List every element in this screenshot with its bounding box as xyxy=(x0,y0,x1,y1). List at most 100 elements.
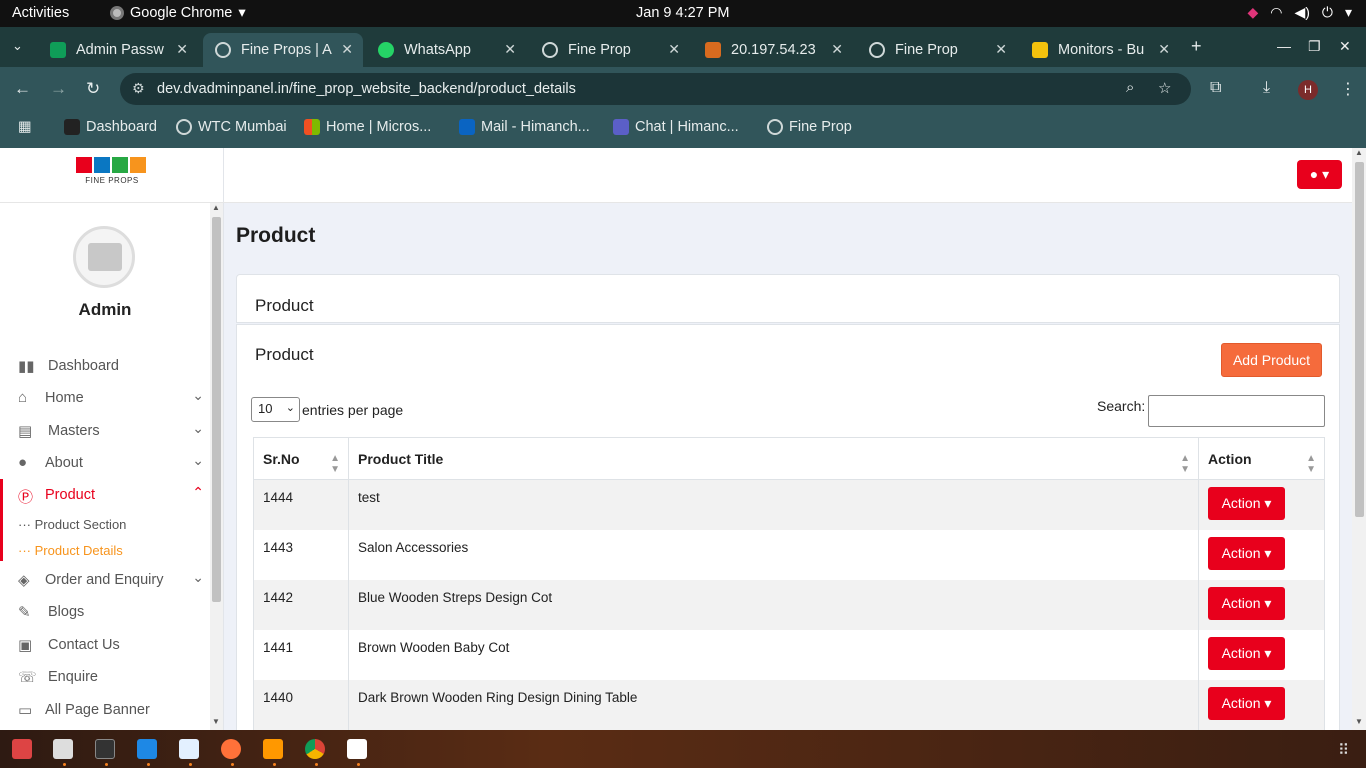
sidebar-item-label: Blogs xyxy=(48,604,85,620)
admin-name: Admin xyxy=(78,300,132,319)
bookmark-chat[interactable]: Chat | Himanc... xyxy=(613,119,739,135)
phone-icon: ☏ xyxy=(18,669,37,686)
sidebar-scrollbar[interactable]: ▲ ▼ xyxy=(210,203,223,730)
page-scroll-thumb[interactable] xyxy=(1355,162,1364,517)
action-dropdown-button[interactable]: Action ▾ xyxy=(1208,537,1285,570)
close-icon[interactable]: ✕ xyxy=(831,41,843,58)
sort-icon: ▲ ▼ xyxy=(1306,453,1316,475)
firefox-icon[interactable] xyxy=(221,739,241,759)
zoom-icon[interactable]: ⌕ xyxy=(1126,79,1134,96)
screenshot-app-icon[interactable] xyxy=(12,739,32,759)
apps-grid-icon[interactable]: ▦ xyxy=(18,119,32,135)
minimize-icon[interactable]: — xyxy=(1277,38,1291,54)
back-icon[interactable]: ← xyxy=(14,79,31,99)
action-dropdown-button[interactable]: Action ▾ xyxy=(1208,687,1285,720)
column-label: Action xyxy=(1208,450,1252,467)
close-icon[interactable]: ✕ xyxy=(341,41,353,58)
cell-srno: 1440 xyxy=(253,680,349,730)
tab-search-icon[interactable]: ⌄ xyxy=(12,38,23,54)
sidebar-item-enquire[interactable]: ☏ Enquire xyxy=(0,662,210,692)
tab-admin-password[interactable]: Admin Passw ✕ xyxy=(38,33,198,67)
column-header-action[interactable]: Action ▲ ▼ xyxy=(1198,437,1325,480)
tab-fine-prop-1[interactable]: Fine Prop ✕ xyxy=(530,33,690,67)
sidebar-scroll-thumb[interactable] xyxy=(212,217,221,602)
reload-icon[interactable]: ↻ xyxy=(86,79,100,99)
extensions-icon[interactable]: ⧉ xyxy=(1210,79,1221,97)
close-icon[interactable]: ✕ xyxy=(1158,41,1170,58)
vscode-icon[interactable] xyxy=(137,739,157,759)
close-window-icon[interactable]: ✕ xyxy=(1339,38,1351,55)
sidebar-item-all-page-banner[interactable]: ▭ All Page Banner xyxy=(0,695,210,725)
column-header-srno[interactable]: Sr.No ▲ ▼ xyxy=(253,437,349,480)
search-input[interactable] xyxy=(1148,395,1325,427)
bookmark-dashboard[interactable]: Dashboard xyxy=(64,119,157,135)
sidebar-item-order-enquiry[interactable]: ◈ Order and Enquiry ⌄ xyxy=(0,565,210,595)
sidebar-item-blogs[interactable]: ✎ Blogs xyxy=(0,597,210,627)
download-icon[interactable]: ⤓ xyxy=(1263,79,1270,97)
app-indicator-icon[interactable]: ◆ xyxy=(1247,4,1258,21)
sidebar-subitem-product-details[interactable]: ··· Product Details xyxy=(18,543,123,558)
sidebar-item-contact-us[interactable]: ▣ Contact Us xyxy=(0,630,210,660)
tab-fine-props-admin[interactable]: Fine Props | A ✕ xyxy=(203,33,363,67)
menu-kebab-icon[interactable]: ⋮ xyxy=(1340,79,1356,99)
bookmark-microsoft[interactable]: Home | Micros... xyxy=(304,119,431,135)
entries-select[interactable]: 10 ⌄ xyxy=(251,397,300,422)
bookmark-wtc-mumbai[interactable]: WTC Mumbai xyxy=(176,119,287,135)
subitem-label: Product Section xyxy=(34,517,127,532)
bookmark-star-icon[interactable]: ☆ xyxy=(1158,79,1171,97)
user-menu-button[interactable]: ● ▾ xyxy=(1297,160,1342,189)
text-editor-icon[interactable] xyxy=(179,739,199,759)
show-apps-icon[interactable]: ⠿ xyxy=(1338,741,1349,759)
page-scrollbar[interactable]: ▲ ▼ xyxy=(1352,148,1366,730)
maximize-icon[interactable]: ❐ xyxy=(1308,38,1321,55)
close-icon[interactable]: ✕ xyxy=(668,41,680,58)
new-tab-icon[interactable]: + xyxy=(1191,36,1202,57)
dv-logo-icon xyxy=(64,119,80,135)
sidebar-item-home[interactable]: ⌂ Home ⌄ xyxy=(0,383,210,413)
bar-chart-icon: ▮▮ xyxy=(18,358,35,375)
close-icon[interactable]: ✕ xyxy=(176,41,188,58)
scroll-down-icon[interactable]: ▼ xyxy=(212,717,220,726)
sidebar-item-masters[interactable]: ▤ Masters ⌄ xyxy=(0,416,210,446)
close-icon[interactable]: ✕ xyxy=(995,41,1007,58)
action-dropdown-button[interactable]: Action ▾ xyxy=(1208,487,1285,520)
scroll-up-icon[interactable]: ▲ xyxy=(1355,148,1363,157)
tab-monitors[interactable]: Monitors - Bu ✕ xyxy=(1020,33,1180,67)
forward-icon[interactable]: → xyxy=(50,79,67,99)
app-menu[interactable]: Google Chrome ▾ xyxy=(110,5,246,21)
dock: ⠿ xyxy=(0,730,1366,768)
site-info-icon[interactable]: ⚙ xyxy=(132,80,145,97)
profile-avatar[interactable]: H xyxy=(1298,80,1318,100)
sidebar-subitem-product-section[interactable]: ··· Product Section xyxy=(18,517,126,532)
notes-icon[interactable] xyxy=(347,739,367,759)
bookmark-fine-prop[interactable]: Fine Prop xyxy=(767,119,852,135)
chevron-up-icon: ⌃ xyxy=(192,484,204,500)
sublime-icon[interactable] xyxy=(263,739,283,759)
sidebar-item-dashboard[interactable]: ▮▮ Dashboard xyxy=(0,351,210,381)
files-icon[interactable] xyxy=(53,739,73,759)
system-tray[interactable]: ◆ ◠ ◀) ⏻ ▾ xyxy=(1247,4,1352,21)
scroll-down-icon[interactable]: ▼ xyxy=(1355,717,1363,726)
caret-down-icon: ▾ xyxy=(1344,4,1352,20)
terminal-icon[interactable] xyxy=(95,739,115,759)
close-icon[interactable]: ✕ xyxy=(504,41,516,58)
bookmark-mail[interactable]: Mail - Himanch... xyxy=(459,119,590,135)
action-dropdown-button[interactable]: Action ▾ xyxy=(1208,587,1285,620)
clock[interactable]: Jan 9 4:27 PM xyxy=(636,5,730,21)
add-product-button[interactable]: Add Product xyxy=(1221,343,1322,377)
sidebar-item-product[interactable]: Ⓟ Product ⌃ xyxy=(0,480,210,510)
address-bar[interactable]: ⚙ dev.dvadminpanel.in/fine_prop_website_… xyxy=(120,73,1191,105)
tab-ip-address[interactable]: 20.197.54.23 ✕ xyxy=(693,33,853,67)
volume-icon: ◀) xyxy=(1294,4,1310,20)
sidebar-item-label: Masters xyxy=(48,423,100,439)
chrome-icon[interactable] xyxy=(305,739,325,759)
scroll-up-icon[interactable]: ▲ xyxy=(212,203,220,212)
action-dropdown-button[interactable]: Action ▾ xyxy=(1208,637,1285,670)
activities-button[interactable]: Activities xyxy=(12,5,69,21)
column-header-product-title[interactable]: Product Title ▲ ▼ xyxy=(348,437,1199,480)
tab-label: Fine Props | A xyxy=(241,42,332,58)
tab-whatsapp[interactable]: WhatsApp ✕ xyxy=(366,33,526,67)
fine-props-logo[interactable]: FINE PROPS xyxy=(76,157,148,193)
sidebar-item-about[interactable]: ● About ⌄ xyxy=(0,448,210,478)
tab-fine-prop-2[interactable]: Fine Prop ✕ xyxy=(857,33,1017,67)
